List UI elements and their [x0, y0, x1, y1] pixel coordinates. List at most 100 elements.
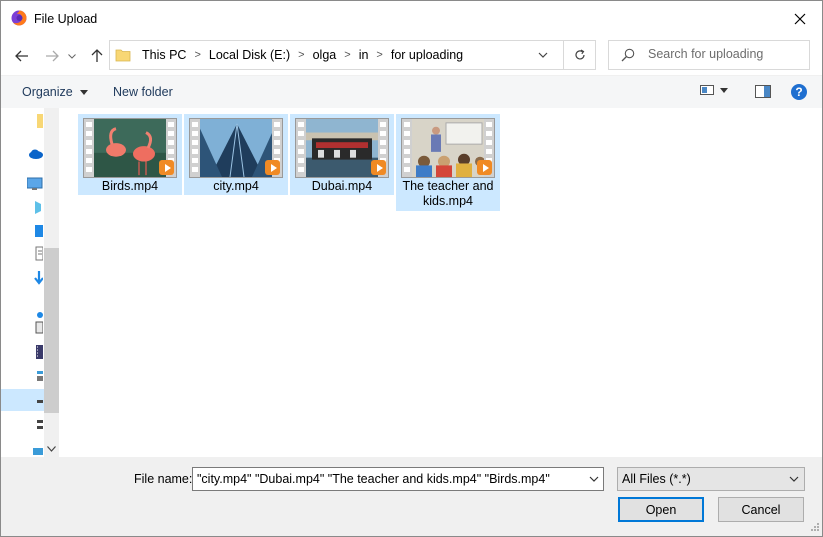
command-bar: Organize New folder ? — [1, 75, 822, 108]
refresh-icon — [574, 49, 585, 60]
file-name-label: Birds.mp4 — [101, 179, 159, 193]
local-disk-c-icon[interactable] — [27, 368, 43, 384]
cancel-button[interactable]: Cancel — [718, 497, 804, 522]
refresh-button[interactable] — [564, 40, 596, 70]
window-title: File Upload — [34, 12, 98, 26]
breadcrumb-separator-icon[interactable]: > — [294, 49, 308, 61]
arrow-left-icon — [15, 50, 28, 62]
file-name-field[interactable] — [197, 472, 582, 486]
search-input[interactable] — [648, 47, 803, 61]
play-icon — [477, 160, 492, 175]
file-name-label-line-2: kids.mp4 — [422, 194, 474, 208]
close-button[interactable] — [777, 1, 822, 37]
file-name-dropdown-button[interactable] — [589, 472, 599, 489]
new-folder-button[interactable]: New folder — [113, 85, 173, 99]
navigation-bar: This PC > Local Disk (E:) > olga > in > … — [1, 37, 822, 75]
filmstrip-left — [84, 119, 94, 177]
caret-down-icon — [80, 90, 89, 96]
video-thumbnail — [189, 118, 283, 178]
breadcrumb-separator-icon[interactable]: > — [190, 49, 204, 61]
file-name-label: city.mp4 — [213, 179, 259, 193]
recent-locations-button[interactable] — [65, 45, 79, 67]
organize-menu[interactable]: Organize — [22, 85, 89, 99]
chevron-down-icon — [789, 476, 799, 482]
file-list-view: Birds.mp4 city.mp4 Dubai.mp4 The teacher… — [59, 108, 822, 457]
arrow-right-icon — [46, 50, 59, 62]
filmstrip-left — [296, 119, 306, 177]
preview-pane-icon — [755, 85, 771, 98]
dialog-footer: File name: All Files (*.*) Open Cancel — [1, 457, 822, 536]
close-icon — [794, 13, 805, 25]
search-icon — [621, 48, 635, 62]
open-button[interactable]: Open — [618, 497, 704, 522]
organize-label: Organize — [22, 85, 73, 99]
file-item[interactable]: Birds.mp4 — [78, 114, 182, 195]
breadcrumb-local-disk[interactable]: Local Disk (E:) — [205, 48, 294, 62]
file-name-label: File name: — [134, 472, 193, 486]
pictures-icon[interactable] — [27, 320, 43, 336]
file-name-combobox[interactable] — [192, 467, 604, 491]
address-bar[interactable]: This PC > Local Disk (E:) > olga > in > … — [109, 40, 564, 70]
classroom-thumbnail-image — [412, 119, 486, 177]
play-icon — [265, 160, 280, 175]
breadcrumb-olga[interactable]: olga — [309, 48, 341, 62]
video-thumbnail — [295, 118, 389, 178]
scroll-down-arrow-icon[interactable] — [47, 444, 56, 455]
documents-icon[interactable] — [27, 246, 43, 262]
breadcrumb-separator-icon[interactable]: > — [372, 49, 386, 61]
play-icon — [159, 160, 174, 175]
downloads-icon[interactable] — [27, 270, 43, 286]
file-type-select[interactable]: All Files (*.*) — [617, 467, 805, 491]
up-button[interactable] — [86, 45, 108, 67]
file-type-dropdown-button[interactable] — [789, 472, 799, 489]
back-button[interactable] — [11, 45, 33, 67]
file-name-label: Dubai.mp4 — [311, 179, 373, 193]
play-icon — [371, 160, 386, 175]
music-icon[interactable] — [27, 303, 43, 319]
boat-thumbnail-image — [306, 119, 380, 177]
drive-icon[interactable] — [27, 416, 43, 432]
skyscraper-thumbnail-image — [200, 119, 274, 177]
arrow-up-icon — [91, 49, 103, 62]
this-pc-icon[interactable] — [27, 176, 43, 192]
search-box[interactable] — [608, 40, 810, 70]
flamingos-thumbnail-image — [94, 119, 168, 177]
videos-icon[interactable] — [27, 344, 43, 360]
title-bar: File Upload — [1, 1, 822, 37]
chevron-down-icon — [589, 476, 599, 482]
network-icon[interactable] — [27, 440, 43, 456]
file-upload-dialog: File Upload This PC > Local Disk (E:) > … — [0, 0, 823, 537]
3d-objects-icon[interactable] — [27, 199, 43, 215]
file-item[interactable]: city.mp4 — [184, 114, 288, 195]
preview-pane-button[interactable] — [755, 85, 771, 101]
view-options-icon — [700, 85, 714, 95]
file-type-value: All Files (*.*) — [622, 472, 691, 486]
video-thumbnail — [83, 118, 177, 178]
scrollbar-thumb[interactable] — [44, 248, 59, 413]
chevron-down-icon — [538, 52, 548, 58]
chevron-down-icon — [68, 53, 76, 59]
filmstrip-left — [402, 119, 412, 177]
help-button[interactable]: ? — [791, 84, 807, 100]
onedrive-icon[interactable] — [27, 145, 43, 161]
desktop-icon[interactable] — [27, 223, 43, 239]
breadcrumb-in[interactable]: in — [355, 48, 373, 62]
filmstrip-left — [190, 119, 200, 177]
file-item[interactable]: Dubai.mp4 — [290, 114, 394, 195]
video-thumbnail — [401, 118, 495, 178]
local-disk-e-icon[interactable] — [27, 393, 43, 409]
resize-grip-icon[interactable] — [809, 521, 820, 532]
caret-down-icon — [720, 87, 728, 93]
breadcrumb: This PC > Local Disk (E:) > olga > in > … — [138, 48, 467, 62]
forward-button[interactable] — [41, 45, 63, 67]
file-item[interactable]: The teacher and kids.mp4 — [396, 114, 500, 211]
file-name-label-line-1: The teacher and — [402, 179, 494, 193]
firefox-icon — [11, 10, 27, 26]
breadcrumb-separator-icon[interactable]: > — [340, 49, 354, 61]
breadcrumb-this-pc[interactable]: This PC — [138, 48, 190, 62]
change-view-button[interactable] — [700, 84, 728, 96]
breadcrumb-for-uploading[interactable]: for uploading — [387, 48, 467, 62]
address-dropdown-button[interactable] — [538, 48, 548, 65]
navigation-pane-scrollbar[interactable] — [44, 108, 59, 457]
folder-icon[interactable] — [27, 113, 43, 129]
